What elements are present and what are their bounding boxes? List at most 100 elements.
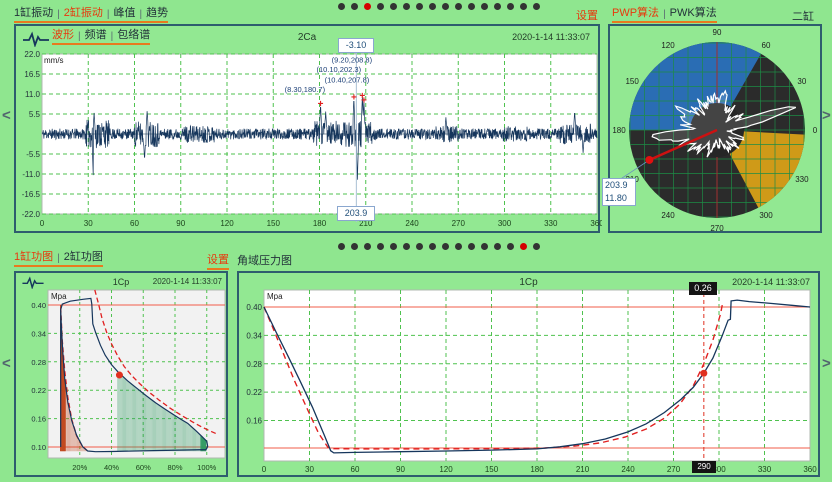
svg-text:90: 90 (176, 219, 185, 228)
angle-pressure-chart[interactable]: 03060901201501802102402703003303600.400.… (239, 273, 822, 479)
pager-dot-bottom-7[interactable] (416, 243, 423, 250)
pager-dot-top-8[interactable] (429, 3, 436, 10)
pager-dot-top-12[interactable] (481, 3, 488, 10)
pager-dot-top-11[interactable] (468, 3, 475, 10)
pager-dot-top-14[interactable] (507, 3, 514, 10)
pager-dot-bottom-5[interactable] (390, 243, 397, 250)
svg-text:0: 0 (40, 219, 45, 228)
svg-text:20%: 20% (72, 463, 87, 472)
svg-text:240: 240 (405, 219, 419, 228)
pager-dot-bottom-9[interactable] (442, 243, 449, 250)
pager-dot-bottom-12[interactable] (481, 243, 488, 250)
pager-dot-top-10[interactable] (455, 3, 462, 10)
wave-chart-timestamp: 2020-1-14 11:33:07 (512, 32, 590, 42)
svg-text:22.0: 22.0 (24, 50, 40, 59)
svg-text:270: 270 (710, 224, 724, 233)
svg-text:330: 330 (795, 175, 809, 184)
waveform-tab-group[interactable]: 波形|频谱|包络谱 (52, 28, 150, 45)
svg-text:330: 330 (758, 465, 772, 474)
svg-text:0.34: 0.34 (31, 329, 46, 338)
tab-vibration-2[interactable]: 2缸振动 (64, 4, 103, 20)
svg-text:0.40: 0.40 (246, 303, 262, 312)
vibration-waveform-chart[interactable]: 030609012015018021024027030033036022.016… (16, 26, 602, 235)
svg-text:100%: 100% (197, 463, 217, 472)
tab-algorithm-2[interactable]: PWK算法 (670, 4, 717, 20)
svg-text:270: 270 (667, 465, 681, 474)
svg-text:(10.10,202.3): (10.10,202.3) (316, 65, 361, 74)
svg-text:300: 300 (498, 219, 512, 228)
tab-pv-1[interactable]: 1缸功图 (14, 248, 53, 264)
svg-text:11.0: 11.0 (25, 90, 41, 99)
pager-dot-top-15[interactable] (520, 3, 527, 10)
algorithm-tab-group[interactable]: PWP算法 | PWK算法 (612, 6, 717, 23)
pager-dot-top-6[interactable] (403, 3, 410, 10)
pager-dot-bottom-11[interactable] (468, 243, 475, 250)
cursor-value-tooltip: -3.10 (338, 38, 374, 53)
bottom-pager-dots[interactable] (338, 243, 540, 250)
svg-text:40%: 40% (104, 463, 119, 472)
svg-text:-5.5: -5.5 (26, 150, 40, 159)
pager-dot-top-13[interactable] (494, 3, 501, 10)
svg-text:Mpa: Mpa (267, 292, 283, 301)
cursor-x-tooltip: 203.9 (337, 206, 375, 221)
tab-separator: | (57, 253, 60, 264)
pager-dot-bottom-2[interactable] (351, 243, 358, 250)
tab-wave-mode-1[interactable]: 波形 (52, 26, 74, 42)
pager-dot-bottom-13[interactable] (494, 243, 501, 250)
svg-text:150: 150 (267, 219, 281, 228)
pager-dot-top-3[interactable] (364, 3, 371, 10)
pressure-chart-timestamp: 2020-1-14 11:33:07 (732, 277, 810, 287)
tab-algorithm-1[interactable]: PWP算法 (612, 4, 659, 20)
pager-dot-bottom-1[interactable] (338, 243, 345, 250)
svg-text:300: 300 (759, 211, 773, 220)
pager-dot-bottom-4[interactable] (377, 243, 384, 250)
svg-text:0.16: 0.16 (31, 415, 46, 424)
tab-separator: | (139, 9, 142, 20)
pv-diagram-chart[interactable]: 20%40%60%80%100%0.400.340.280.220.160.10… (16, 273, 230, 479)
next-arrow-bottom[interactable]: > (822, 356, 831, 371)
svg-text:(9.20,208.8): (9.20,208.8) (332, 56, 373, 65)
pager-dot-top-16[interactable] (533, 3, 540, 10)
svg-text:180: 180 (530, 465, 544, 474)
top-pager-dots[interactable] (338, 3, 540, 10)
svg-text:120: 120 (220, 219, 234, 228)
svg-text:90: 90 (396, 465, 405, 474)
svg-text:180: 180 (313, 219, 327, 228)
pager-dot-bottom-14[interactable] (507, 243, 514, 250)
prev-arrow-bottom[interactable]: < (2, 356, 11, 371)
pager-dot-top-7[interactable] (416, 3, 423, 10)
pager-dot-bottom-16[interactable] (533, 243, 540, 250)
tab-vibration-4[interactable]: 趋势 (146, 4, 168, 20)
app-window: 1缸振动|2缸振动|峰值|趋势 设置 PWP算法|PWK算法 二缸 < > < … (0, 0, 832, 482)
pager-dot-bottom-6[interactable] (403, 243, 410, 250)
pager-dot-top-5[interactable] (390, 3, 397, 10)
pager-dot-bottom-10[interactable] (455, 243, 462, 250)
pager-dot-bottom-3[interactable] (364, 243, 371, 250)
svg-text:+: + (359, 91, 365, 102)
svg-text:30: 30 (305, 465, 314, 474)
tab-wave-mode-3[interactable]: 包络谱 (117, 26, 150, 42)
pager-dot-top-1[interactable] (338, 3, 345, 10)
tab-pv-2[interactable]: 2缸功图 (64, 248, 103, 264)
pager-dot-bottom-15[interactable] (520, 243, 527, 250)
polar-panel: 0306090120150180210240270300330 203.9 11… (608, 24, 822, 233)
pager-dot-top-9[interactable] (442, 3, 449, 10)
tab-vibration-3[interactable]: 峰值 (113, 4, 135, 20)
pv-tab-group[interactable]: 1缸功图 | 2缸功图 (14, 250, 103, 267)
svg-text:150: 150 (625, 77, 639, 86)
pager-dot-top-4[interactable] (377, 3, 384, 10)
svg-text:30: 30 (84, 219, 93, 228)
prev-arrow-top[interactable]: < (2, 108, 11, 123)
pager-dot-bottom-8[interactable] (429, 243, 436, 250)
svg-text:240: 240 (621, 465, 635, 474)
vibration-tab-group[interactable]: 1缸振动|2缸振动|峰值|趋势 (14, 6, 168, 23)
pager-dot-top-2[interactable] (351, 3, 358, 10)
tab-vibration-1[interactable]: 1缸振动 (14, 4, 53, 20)
svg-text:360: 360 (590, 219, 602, 228)
tab-separator: | (663, 9, 666, 20)
svg-text:0.22: 0.22 (246, 388, 262, 397)
polar-rose-chart[interactable]: 0306090120150180210240270300330 (610, 26, 824, 235)
svg-text:-16.5: -16.5 (22, 190, 41, 199)
tab-wave-mode-2[interactable]: 频谱 (85, 26, 107, 42)
settings-link-bottom[interactable]: 设置 (207, 251, 229, 270)
